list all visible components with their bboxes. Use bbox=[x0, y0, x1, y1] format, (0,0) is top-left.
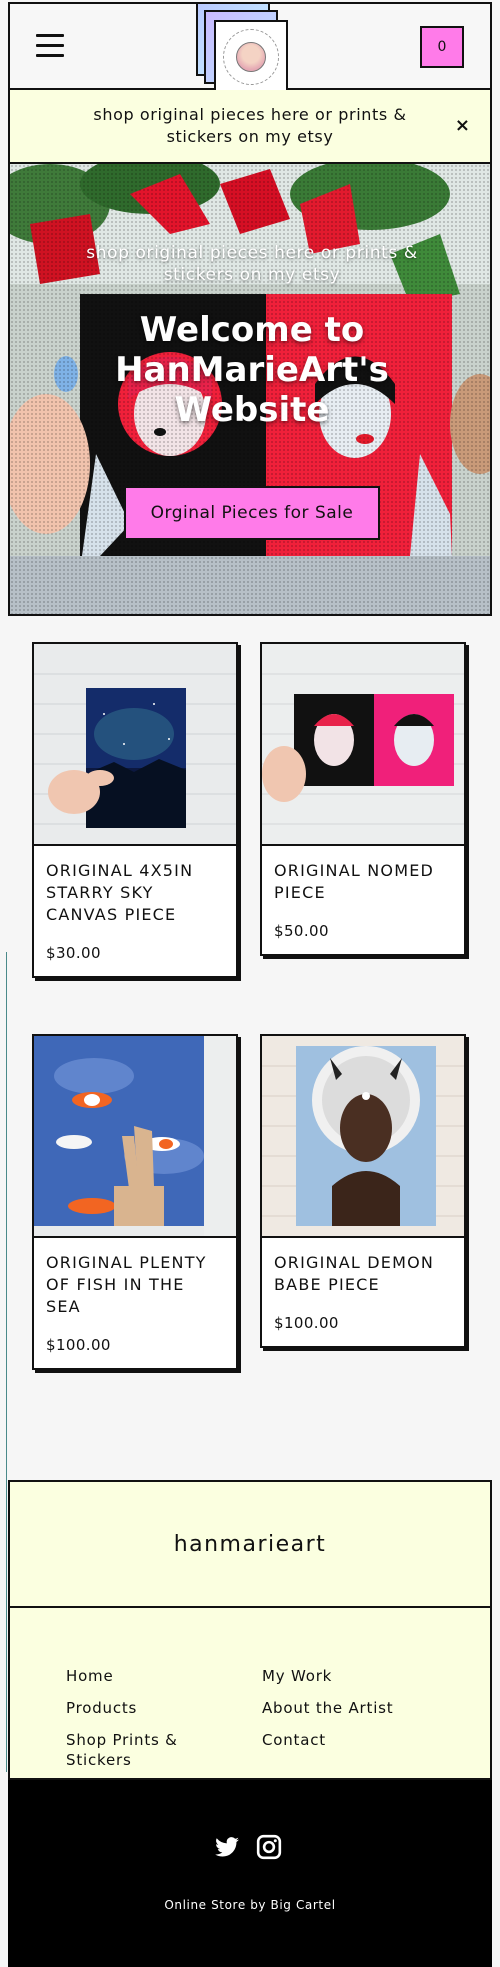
product-name: ORIGINAL PLENTY OF FISH IN THE SEA bbox=[46, 1253, 207, 1316]
product-name: ORIGINAL 4X5IN STARRY SKY CANVAS PIECE bbox=[46, 861, 194, 924]
product-image bbox=[262, 1036, 464, 1238]
footer-link-shop-prints[interactable]: Shop Prints & Stickers bbox=[66, 1730, 236, 1770]
site-header: 0 bbox=[8, 2, 492, 94]
footer-link-home[interactable]: Home bbox=[66, 1666, 236, 1686]
product-image bbox=[262, 644, 464, 846]
hero-subtitle: shop original pieces here or prints & st… bbox=[86, 243, 418, 285]
product-name: ORIGINAL NOMED PIECE bbox=[274, 861, 435, 902]
big-cartel-credit[interactable]: Online Store by Big Cartel bbox=[8, 1898, 492, 1912]
hero-title: Welcome to HanMarieArt's Website bbox=[115, 310, 389, 430]
twitter-icon[interactable] bbox=[214, 1834, 240, 1860]
product-info: ORIGINAL NOMED PIECE $50.00 bbox=[262, 846, 464, 954]
hamburger-menu-icon[interactable] bbox=[36, 34, 66, 58]
product-image bbox=[34, 644, 236, 846]
cart-count: 0 bbox=[437, 39, 447, 55]
product-price: $30.00 bbox=[46, 944, 101, 962]
site-logo[interactable] bbox=[196, 2, 296, 104]
footer-link-contact[interactable]: Contact bbox=[262, 1730, 432, 1750]
logo-card-front bbox=[214, 20, 288, 94]
product-card[interactable]: ORIGINAL NOMED PIECE $50.00 bbox=[260, 642, 466, 956]
footer-link-products[interactable]: Products bbox=[66, 1698, 236, 1718]
close-icon[interactable]: × bbox=[455, 115, 470, 136]
footer-link-my-work[interactable]: My Work bbox=[262, 1666, 432, 1686]
product-image bbox=[34, 1036, 236, 1238]
page: 0 shop original pieces here or prints & … bbox=[0, 0, 500, 1967]
product-name: ORIGINAL DEMON BABE PIECE bbox=[274, 1253, 435, 1294]
announcement-bar: shop original pieces here or prints & st… bbox=[8, 90, 492, 164]
product-info: ORIGINAL DEMON BABE PIECE $100.00 bbox=[262, 1238, 464, 1346]
footer-nav-left: Home Products Shop Prints & Stickers bbox=[66, 1666, 236, 1782]
footer-nav: Home Products Shop Prints & Stickers My … bbox=[8, 1608, 492, 1780]
page-edge-line bbox=[6, 952, 7, 1772]
product-price: $100.00 bbox=[274, 1314, 339, 1332]
footer-bottom: Online Store by Big Cartel bbox=[8, 1780, 492, 1967]
product-grid: ORIGINAL 4X5IN STARRY SKY CANVAS PIECE $… bbox=[0, 616, 500, 1466]
logo-badge bbox=[223, 29, 279, 85]
logo-portrait bbox=[236, 42, 266, 72]
announcement-text[interactable]: shop original pieces here or prints & st… bbox=[80, 104, 420, 148]
hero-banner: shop original pieces here or prints & st… bbox=[8, 164, 492, 616]
footer-brand[interactable]: hanmarieart bbox=[174, 1532, 327, 1557]
footer-brand-box: hanmarieart bbox=[8, 1480, 492, 1608]
social-links bbox=[214, 1834, 282, 1860]
product-price: $50.00 bbox=[274, 922, 329, 940]
product-info: ORIGINAL 4X5IN STARRY SKY CANVAS PIECE $… bbox=[34, 846, 236, 976]
footer-link-about[interactable]: About the Artist bbox=[262, 1698, 432, 1718]
product-price: $100.00 bbox=[46, 1336, 111, 1354]
product-card[interactable]: ORIGINAL 4X5IN STARRY SKY CANVAS PIECE $… bbox=[32, 642, 238, 978]
footer-nav-right: My Work About the Artist Contact bbox=[262, 1666, 432, 1762]
product-info: ORIGINAL PLENTY OF FISH IN THE SEA $100.… bbox=[34, 1238, 236, 1368]
product-card[interactable]: ORIGINAL PLENTY OF FISH IN THE SEA $100.… bbox=[32, 1034, 238, 1370]
instagram-icon[interactable] bbox=[256, 1834, 282, 1860]
product-card[interactable]: ORIGINAL DEMON BABE PIECE $100.00 bbox=[260, 1034, 466, 1348]
cart-button[interactable]: 0 bbox=[420, 26, 464, 68]
original-pieces-button[interactable]: Orginal Pieces for Sale bbox=[124, 486, 380, 540]
